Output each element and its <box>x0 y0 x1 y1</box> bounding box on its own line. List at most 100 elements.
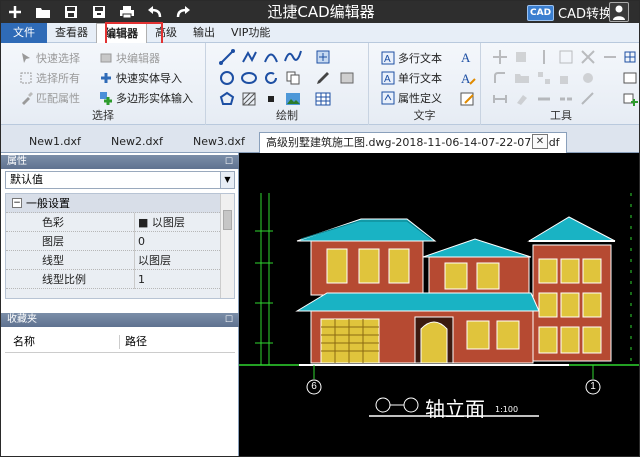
properties-header: 属性 ☐ <box>1 155 239 169</box>
favorites-col-path: 路径 <box>125 335 147 348</box>
ribbon-group-text: A 多行文本 A 单行文本 属性定义 A A 文字 <box>369 43 481 125</box>
trim-icon[interactable] <box>579 48 597 66</box>
polygon-icon[interactable] <box>218 90 236 108</box>
point-icon[interactable] <box>262 90 280 108</box>
properties-combo[interactable]: 默认值 ▼ <box>5 171 235 189</box>
stretch-icon[interactable] <box>491 90 509 108</box>
property-row[interactable]: 图层 0 <box>6 232 220 251</box>
erase-icon[interactable] <box>513 90 531 108</box>
drawing-caption: 轴立面 <box>425 397 485 421</box>
menu-file[interactable]: 文件 <box>1 22 47 43</box>
block-editor-icon <box>100 53 112 63</box>
arc-icon[interactable] <box>262 48 280 66</box>
new-icon[interactable] <box>5 2 25 22</box>
tab-close-icon[interactable]: ✕ <box>532 134 548 149</box>
polygon-entity-input-button[interactable]: 多边形实体输入 <box>99 89 193 107</box>
mtext-icon: A <box>381 51 395 65</box>
save-icon[interactable] <box>61 2 81 22</box>
app-window: 迅捷CAD编辑器 CAD CAD转换 文件 查看器 编辑器 高级 输出 VIP功… <box>0 0 640 457</box>
redo-icon[interactable] <box>173 2 193 22</box>
brush-icon <box>22 92 33 105</box>
cad-badge: CAD <box>527 4 555 21</box>
quick-entity-import-label: 快速实体导入 <box>116 72 182 85</box>
polyline-icon[interactable] <box>240 48 258 66</box>
property-row[interactable]: 色彩 ■ 以图层 <box>6 213 220 232</box>
folder-icon[interactable] <box>513 69 531 87</box>
break-icon[interactable] <box>557 90 575 108</box>
explode-icon[interactable] <box>579 69 597 87</box>
property-row[interactable]: 线型 以图层 <box>6 251 220 270</box>
attdef-button[interactable]: 属性定义 <box>381 89 442 107</box>
scale-icon[interactable] <box>557 69 575 87</box>
gradient-icon[interactable] <box>240 90 258 108</box>
tab-new2[interactable]: New2.dxf <box>111 132 163 153</box>
section-row[interactable]: − 一般设置 <box>6 194 220 213</box>
measure-icon[interactable] <box>579 90 597 108</box>
menu-viewer[interactable]: 查看器 <box>47 23 96 43</box>
save-as-icon[interactable] <box>89 2 109 22</box>
table-icon[interactable] <box>314 90 332 108</box>
copy-icon[interactable] <box>284 69 302 87</box>
spline-icon[interactable] <box>284 48 302 66</box>
fillet-icon[interactable] <box>491 69 509 87</box>
quick-select-label: 快速选择 <box>36 52 80 65</box>
property-key: 线型比例 <box>42 273 86 286</box>
text-check-icon[interactable] <box>459 90 477 108</box>
text-edit-icon[interactable]: A <box>459 69 477 87</box>
grid-icon[interactable] <box>621 48 639 66</box>
attdef-label: 属性定义 <box>398 92 442 105</box>
undo-icon[interactable] <box>145 2 165 22</box>
stext-button[interactable]: A 单行文本 <box>381 69 442 87</box>
quick-select-button[interactable]: 快速选择 <box>19 49 80 67</box>
cad-convert-button[interactable]: CAD CAD转换 <box>527 3 612 22</box>
pin-icon[interactable]: ☐ <box>225 155 233 169</box>
match-props-button[interactable]: 匹配属性 <box>19 89 80 107</box>
ellipse-icon[interactable] <box>240 69 258 87</box>
rect-icon[interactable] <box>338 69 356 87</box>
mirror-icon[interactable] <box>535 48 553 66</box>
select-all-button[interactable]: 选择所有 <box>19 69 80 87</box>
svg-text:A: A <box>461 71 471 86</box>
layer-icon[interactable] <box>621 69 639 87</box>
favorites-header: 收藏夹 ☐ <box>1 313 239 327</box>
tab-new3[interactable]: New3.dxf <box>193 132 245 153</box>
plus-icon <box>101 73 111 83</box>
offset-icon[interactable] <box>557 48 575 66</box>
block-editor-button[interactable]: 块编辑器 <box>99 49 160 67</box>
property-value: 0 <box>138 235 145 248</box>
tab-new1[interactable]: New1.dxf <box>29 132 81 153</box>
property-row[interactable]: 线型比例 1 <box>6 270 220 289</box>
menu-output[interactable]: 输出 <box>185 23 223 43</box>
join-icon[interactable] <box>535 90 553 108</box>
hatch-icon[interactable] <box>314 48 332 66</box>
print-icon[interactable] <box>117 2 137 22</box>
pen-icon[interactable] <box>314 69 332 87</box>
tool-copy-icon[interactable] <box>513 48 531 66</box>
mtext-button[interactable]: A 多行文本 <box>381 49 442 67</box>
scrollbar-thumb[interactable] <box>223 210 232 230</box>
collapse-icon[interactable]: − <box>12 198 22 208</box>
open-folder-icon[interactable] <box>33 2 53 22</box>
polygon-entity-input-label: 多边形实体输入 <box>116 92 193 105</box>
favorites-pin-icon[interactable]: ☐ <box>225 313 233 327</box>
array-icon[interactable] <box>535 69 553 87</box>
text-style-icon[interactable]: A <box>459 48 477 66</box>
add-layer-icon[interactable] <box>621 90 639 108</box>
circle-icon[interactable] <box>218 69 236 87</box>
user-icon[interactable] <box>609 2 629 22</box>
line-icon[interactable] <box>218 48 236 66</box>
quick-entity-import-button[interactable]: 快速实体导入 <box>99 69 182 87</box>
svg-text:A: A <box>461 50 471 65</box>
stext-label: 单行文本 <box>398 72 442 85</box>
extend-icon[interactable] <box>601 48 619 66</box>
block-editor-label: 块编辑器 <box>116 52 160 65</box>
move-icon[interactable] <box>491 48 509 66</box>
image-icon[interactable] <box>284 90 302 108</box>
menu-vip[interactable]: VIP功能 <box>223 23 278 43</box>
tab-active-pdf[interactable]: 高级别墅建筑施工图.dwg-2018-11-06-14-07-22-071.pd… <box>259 132 567 153</box>
drawing-canvas[interactable]: 6 1 轴立面 1:100 <box>239 153 639 456</box>
rotate-icon[interactable] <box>262 69 280 87</box>
match-props-label: 匹配属性 <box>36 92 80 105</box>
ribbon-group-label-tools: 工具 <box>550 109 572 122</box>
property-scrollbar[interactable] <box>220 194 234 298</box>
